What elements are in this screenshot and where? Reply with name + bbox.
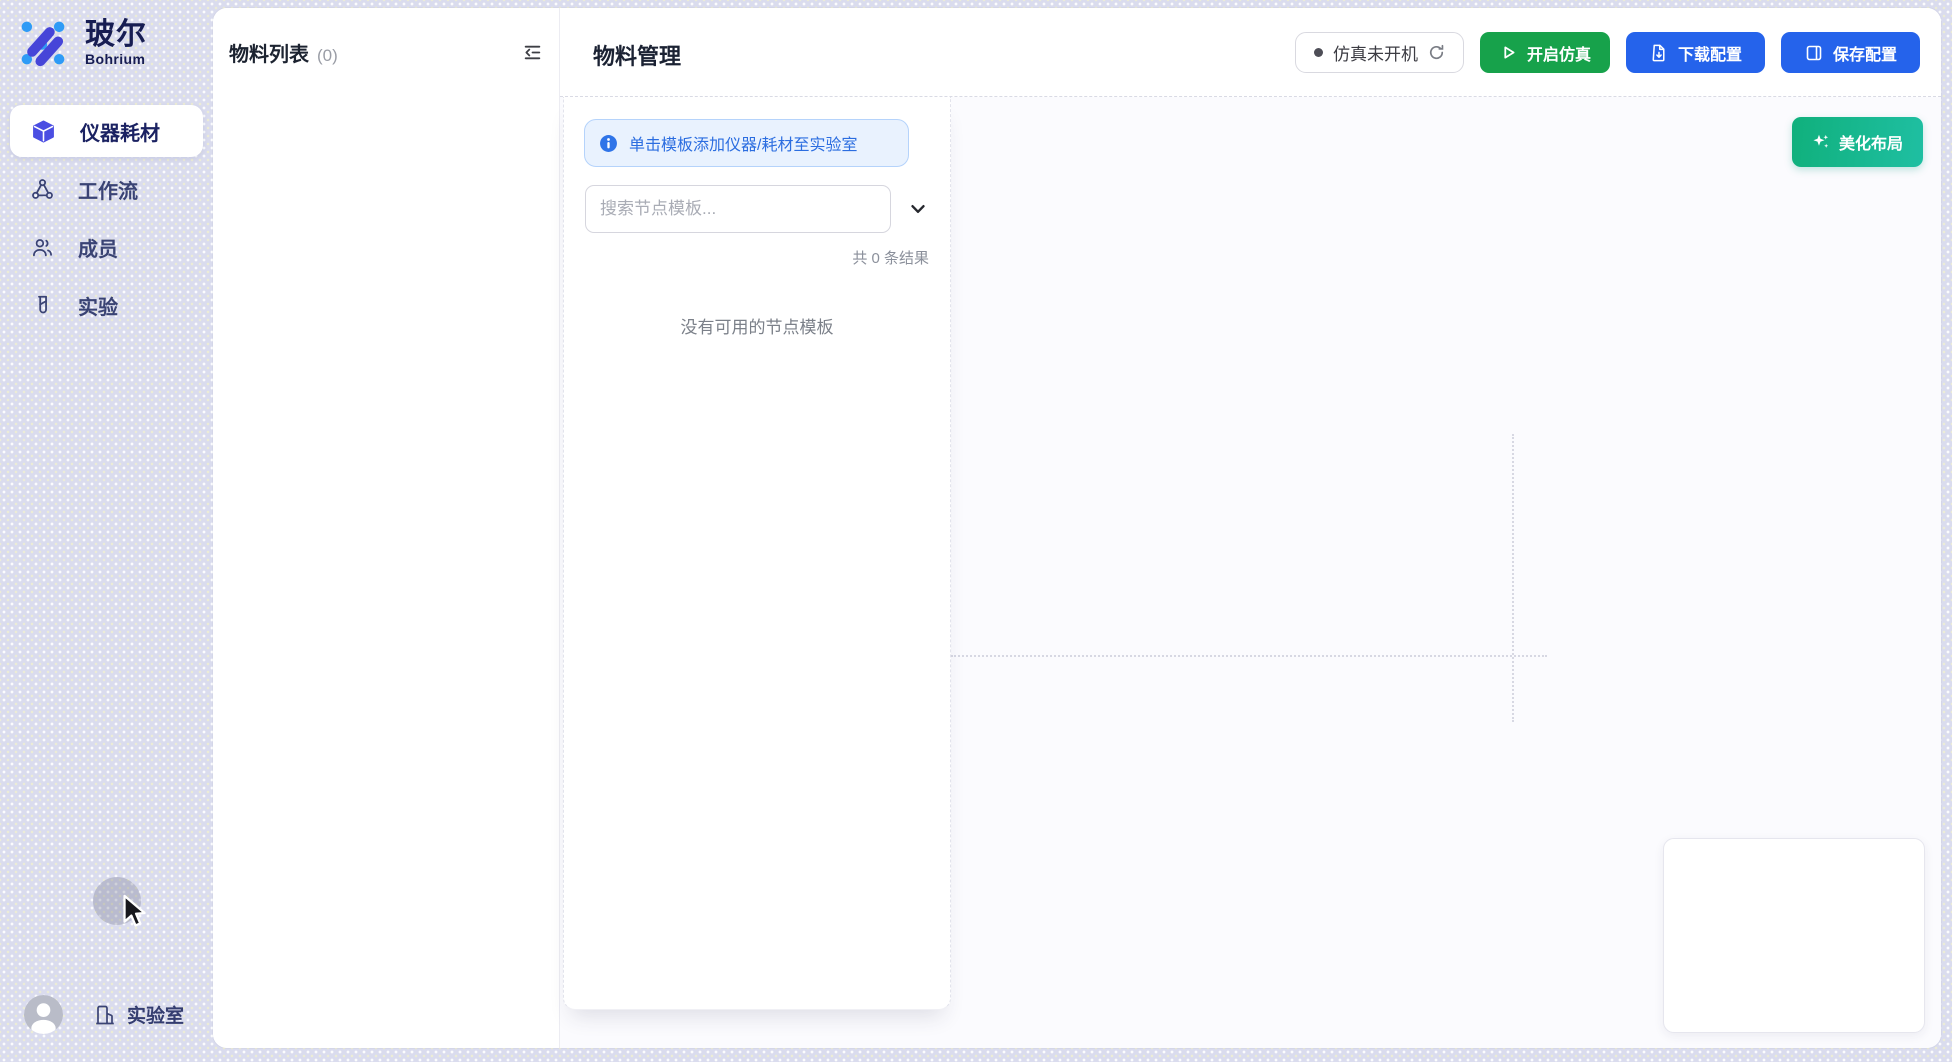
beautify-layout-label: 美化布局 — [1839, 130, 1903, 154]
play-icon — [1499, 43, 1518, 62]
info-icon — [599, 134, 618, 153]
lab-building-icon — [93, 1003, 117, 1027]
sparkles-icon — [1812, 133, 1830, 151]
cursor-arrow-icon — [120, 894, 148, 930]
workflow-icon — [31, 178, 54, 201]
template-search-row — [585, 185, 931, 233]
page-title: 物料管理 — [593, 39, 681, 71]
header-actions: 仿真未开机 开启仿真 下载配置 — [1295, 32, 1920, 73]
empty-templates-message: 没有可用的节点模板 — [564, 313, 950, 338]
sidebar-item-label: 工作流 — [78, 175, 138, 204]
download-config-label: 下载配置 — [1678, 41, 1742, 65]
sidebar-nav: 仪器耗材 工作流 成员 实验 — [0, 105, 213, 337]
sidebar-item-instruments[interactable]: 仪器耗材 — [10, 105, 203, 157]
lab-switcher[interactable]: 实验室 — [93, 1001, 184, 1028]
collapse-panel-icon — [523, 43, 542, 62]
download-config-button[interactable]: 下载配置 — [1626, 32, 1765, 73]
download-file-icon — [1649, 43, 1669, 63]
brand-subname: Bohrium — [85, 51, 147, 67]
avatar[interactable] — [24, 995, 63, 1034]
experiment-icon — [31, 294, 54, 317]
materials-count-badge: (0) — [317, 46, 338, 66]
simulation-status-pill[interactable]: 仿真未开机 — [1295, 32, 1464, 73]
status-dot-icon — [1314, 48, 1323, 57]
avatar-person-icon — [24, 995, 63, 1034]
info-banner: 单击模板添加仪器/耗材至实验室 — [584, 119, 909, 167]
sidebar-item-workflow[interactable]: 工作流 — [10, 163, 203, 215]
chevron-down-icon — [908, 199, 928, 219]
refresh-icon[interactable] — [1428, 44, 1445, 61]
materials-list-panel: 物料列表 (0) — [213, 8, 560, 1048]
canvas-guide-horizontal — [951, 655, 1547, 657]
simulation-status-label: 仿真未开机 — [1333, 40, 1418, 65]
collapse-panel-button[interactable] — [519, 40, 545, 66]
brand-name: 玻尔 — [85, 19, 147, 51]
materials-panel-header: 物料列表 (0) — [213, 8, 559, 67]
sidebar-item-label: 成员 — [78, 233, 118, 262]
page-header: 物料管理 仿真未开机 开启仿真 — [560, 8, 1941, 97]
bohrium-logo-icon — [18, 18, 68, 68]
lab-label: 实验室 — [127, 1001, 184, 1028]
sidebar-item-members[interactable]: 成员 — [10, 221, 203, 273]
canvas-minimap[interactable] — [1663, 838, 1925, 1033]
sidebar-item-label: 实验 — [78, 291, 118, 320]
info-banner-text: 单击模板添加仪器/耗材至实验室 — [629, 131, 857, 155]
members-icon — [31, 236, 54, 259]
materials-panel-title: 物料列表 — [229, 38, 309, 67]
save-icon — [1804, 43, 1824, 63]
expand-filters-button[interactable] — [905, 196, 931, 222]
beautify-layout-button[interactable]: 美化布局 — [1792, 117, 1923, 167]
mouse-cursor — [120, 894, 148, 935]
start-simulation-button[interactable]: 开启仿真 — [1480, 32, 1610, 73]
app-content-card: 物料列表 (0) 物料管理 仿真未开机 — [213, 8, 1941, 1048]
brand-logo: 玻尔 Bohrium — [18, 18, 147, 68]
sidebar-footer: 实验室 — [24, 995, 184, 1034]
save-config-label: 保存配置 — [1833, 41, 1897, 65]
save-config-button[interactable]: 保存配置 — [1781, 32, 1920, 73]
start-simulation-label: 开启仿真 — [1527, 41, 1591, 65]
sidebar-item-label: 仪器耗材 — [80, 117, 160, 146]
sidebar-item-experiment[interactable]: 实验 — [10, 279, 203, 331]
cube-icon — [31, 119, 56, 144]
node-template-palette: 单击模板添加仪器/耗材至实验室 共 0 条结果 没有可用的节点模板 — [563, 97, 951, 1010]
template-search-input[interactable] — [585, 185, 891, 233]
results-count: 共 0 条结果 — [852, 247, 929, 268]
sidebar: 玻尔 Bohrium 仪器耗材 工作流 成员 — [0, 0, 213, 1062]
canvas-guide-vertical — [1512, 434, 1514, 722]
layout-canvas[interactable]: 单击模板添加仪器/耗材至实验室 共 0 条结果 没有可用的节点模板 美化布局 — [560, 97, 1941, 1048]
